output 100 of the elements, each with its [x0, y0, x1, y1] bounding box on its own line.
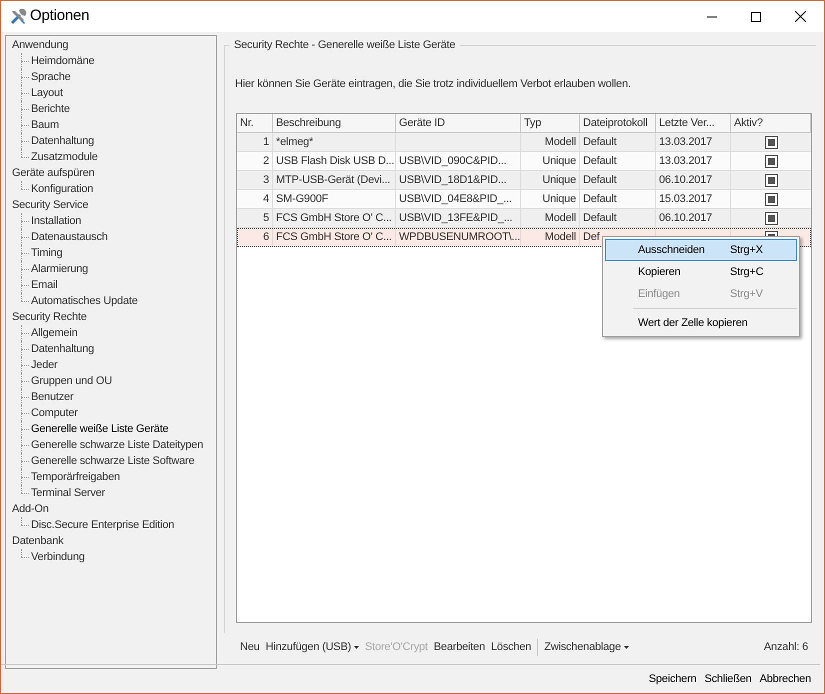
toolbar-button[interactable]: Hinzufügen (USB) — [262, 639, 362, 656]
tree-item[interactable]: Geräte aufspüren — [12, 165, 94, 181]
tree-item[interactable]: Sprache — [31, 69, 71, 85]
tree-item[interactable]: Datenhaltung — [31, 341, 94, 357]
tree-item[interactable]: Jeder — [31, 357, 58, 373]
tree-item[interactable]: Verbindung — [31, 549, 85, 565]
menu-item[interactable]: Ausschneiden Strg+X — [605, 239, 797, 261]
table-row[interactable]: 3 MTP-USB-Gerät (Devi... USB\VID_18D1&PID... Unique Default 06.10.2017 — [237, 171, 811, 190]
menu-item[interactable]: Wert der Zelle kopieren — [605, 312, 797, 334]
toolbar-button[interactable]: Neu — [237, 639, 263, 656]
menu-item[interactable]: Kopieren Strg+C — [605, 261, 797, 283]
table-cell: 06.10.2017 — [659, 212, 712, 224]
tree-item[interactable]: Datenbank — [12, 533, 64, 549]
table-cell: Default — [583, 193, 616, 205]
table-cell: Modell — [544, 136, 576, 148]
table-cell: USB\VID_04E8&PID_... — [399, 193, 512, 205]
tree-item[interactable]: Computer — [31, 405, 78, 421]
table-cell: Default — [583, 212, 616, 224]
checkbox[interactable] — [764, 174, 778, 186]
column-header[interactable]: Letzte Ver... — [656, 114, 731, 132]
checkbox[interactable] — [764, 212, 778, 224]
tree-item[interactable]: Alarmierung — [31, 261, 88, 277]
tree-item[interactable]: Installation — [31, 213, 82, 229]
tree-item[interactable]: Allgemein — [31, 325, 78, 341]
table-cell: FCS GmbH Store O' C... — [276, 212, 392, 224]
column-header[interactable]: Typ — [521, 114, 580, 132]
tree-item[interactable]: Disc.Secure Enterprise Edition — [31, 517, 174, 533]
table-cell: Modell — [544, 212, 576, 224]
tree-item[interactable]: Generelle schwarze Liste Software — [31, 453, 194, 469]
table-cell: USB\VID_090C&PID... — [399, 155, 506, 167]
table-row[interactable]: 4 SM-G900F USB\VID_04E8&PID_... Unique Default 15.03.2017 — [237, 190, 811, 209]
close-icon[interactable] — [795, 11, 806, 22]
tree-item[interactable]: Baum — [31, 117, 59, 133]
tree-item[interactable]: Add-On — [12, 501, 49, 517]
table-cell: Def — [583, 231, 600, 243]
column-header[interactable]: Beschreibung — [273, 114, 396, 132]
tree-item[interactable]: Konfiguration — [31, 181, 94, 197]
table-cell: SM-G900F — [276, 193, 328, 205]
tree-item[interactable]: Automatisches Update — [31, 293, 138, 309]
tree-item[interactable]: Berichte — [31, 101, 70, 117]
tree-item[interactable]: Terminal Server — [31, 485, 106, 501]
group-title: Security Rechte - Generelle weiße Liste Geräte — [229, 37, 460, 53]
tree-item[interactable]: Layout — [31, 85, 63, 101]
dialog-button[interactable]: Abbrechen — [756, 670, 814, 688]
tree-item[interactable]: Gruppen und OU — [31, 373, 112, 389]
tree-item[interactable]: Datenaustausch — [31, 229, 108, 245]
table-cell: Default — [583, 136, 616, 148]
table-cell: 13.03.2017 — [659, 155, 712, 167]
table-cell: USB Flash Disk USB D... — [276, 155, 394, 167]
toolbar-button[interactable]: Zwischenablage — [541, 639, 632, 656]
table-cell: USB\VID_18D1&PID... — [399, 174, 506, 186]
tree-item[interactable]: Email — [31, 277, 58, 293]
tree-item[interactable]: Generelle schwarze Liste Dateitypen — [31, 437, 204, 453]
column-header[interactable]: Geräte ID — [396, 114, 521, 132]
tree-item[interactable]: Timing — [31, 245, 62, 261]
table-cell: Modell — [544, 231, 576, 243]
table-cell: Default — [583, 155, 616, 167]
dialog-button[interactable]: Schließen — [701, 670, 755, 688]
table-row[interactable]: 1 *elmeg* Modell Default 13.03.2017 — [237, 133, 811, 152]
table-row[interactable]: 5 FCS GmbH Store O' C... USB\VID_13FE&PID_... Modell Default 06.10.2017 — [237, 209, 811, 228]
column-header[interactable]: Nr. — [237, 114, 273, 132]
table-cell: 4 — [263, 193, 269, 205]
checkbox[interactable] — [764, 136, 778, 148]
tree-item[interactable]: Temporärfreigaben — [31, 469, 120, 485]
table-cell: MTP-USB-Gerät (Devi... — [276, 174, 390, 186]
description-text: Hier können Sie Geräte eintragen, die Sie trotz individuellem Verbot erlauben wollen. — [235, 78, 631, 90]
table-row[interactable]: 2 USB Flash Disk USB D... USB\VID_090C&PID... Unique Default 13.03.2017 — [237, 152, 811, 171]
tree-item[interactable]: Security Service — [12, 197, 88, 213]
table-cell: 3 — [263, 174, 269, 186]
column-header[interactable]: Aktiv? — [731, 114, 811, 132]
table-cell: Default — [583, 174, 616, 186]
maximize-icon[interactable] — [751, 12, 761, 22]
table-cell: WPDBUSENUMROOT\... — [399, 231, 520, 243]
caret-icon — [354, 646, 360, 650]
table-cell: Unique — [542, 155, 576, 167]
tree-item[interactable]: Datenhaltung — [31, 133, 94, 149]
table-cell: Unique — [542, 193, 576, 205]
checkbox[interactable] — [764, 192, 778, 206]
caret-icon — [624, 646, 629, 650]
table-cell: USB\VID_13FE&PID_... — [399, 212, 512, 224]
tree-item[interactable]: Security Rechte — [12, 309, 87, 325]
toolbar-button[interactable]: Löschen — [488, 639, 534, 656]
column-header[interactable]: Dateiprotokoll — [580, 114, 656, 132]
table-cell: 6 — [263, 231, 269, 243]
table-cell: 15.03.2017 — [659, 193, 712, 205]
table-cell: FCS GmbH Store O' C... — [276, 231, 392, 243]
table-cell: 13.03.2017 — [659, 136, 712, 148]
tools-icon — [9, 8, 27, 26]
item-count: Anzahl: 6 — [764, 640, 808, 656]
tree-item[interactable]: Heimdomäne — [31, 53, 94, 69]
toolbar-button[interactable]: Bearbeiten — [430, 639, 488, 656]
dialog-button[interactable]: Speichern — [646, 670, 700, 688]
table-cell: 06.10.2017 — [659, 174, 712, 186]
tree-item[interactable]: Generelle weiße Liste Geräte — [31, 421, 168, 437]
checkbox[interactable] — [764, 154, 778, 168]
window-title: Optionen — [30, 6, 90, 26]
tree-item[interactable]: Benutzer — [31, 389, 74, 405]
table-cell: 5 — [263, 212, 269, 224]
tree-item[interactable]: Anwendung — [12, 37, 68, 53]
tree-item[interactable]: Zusatzmodule — [31, 149, 98, 165]
